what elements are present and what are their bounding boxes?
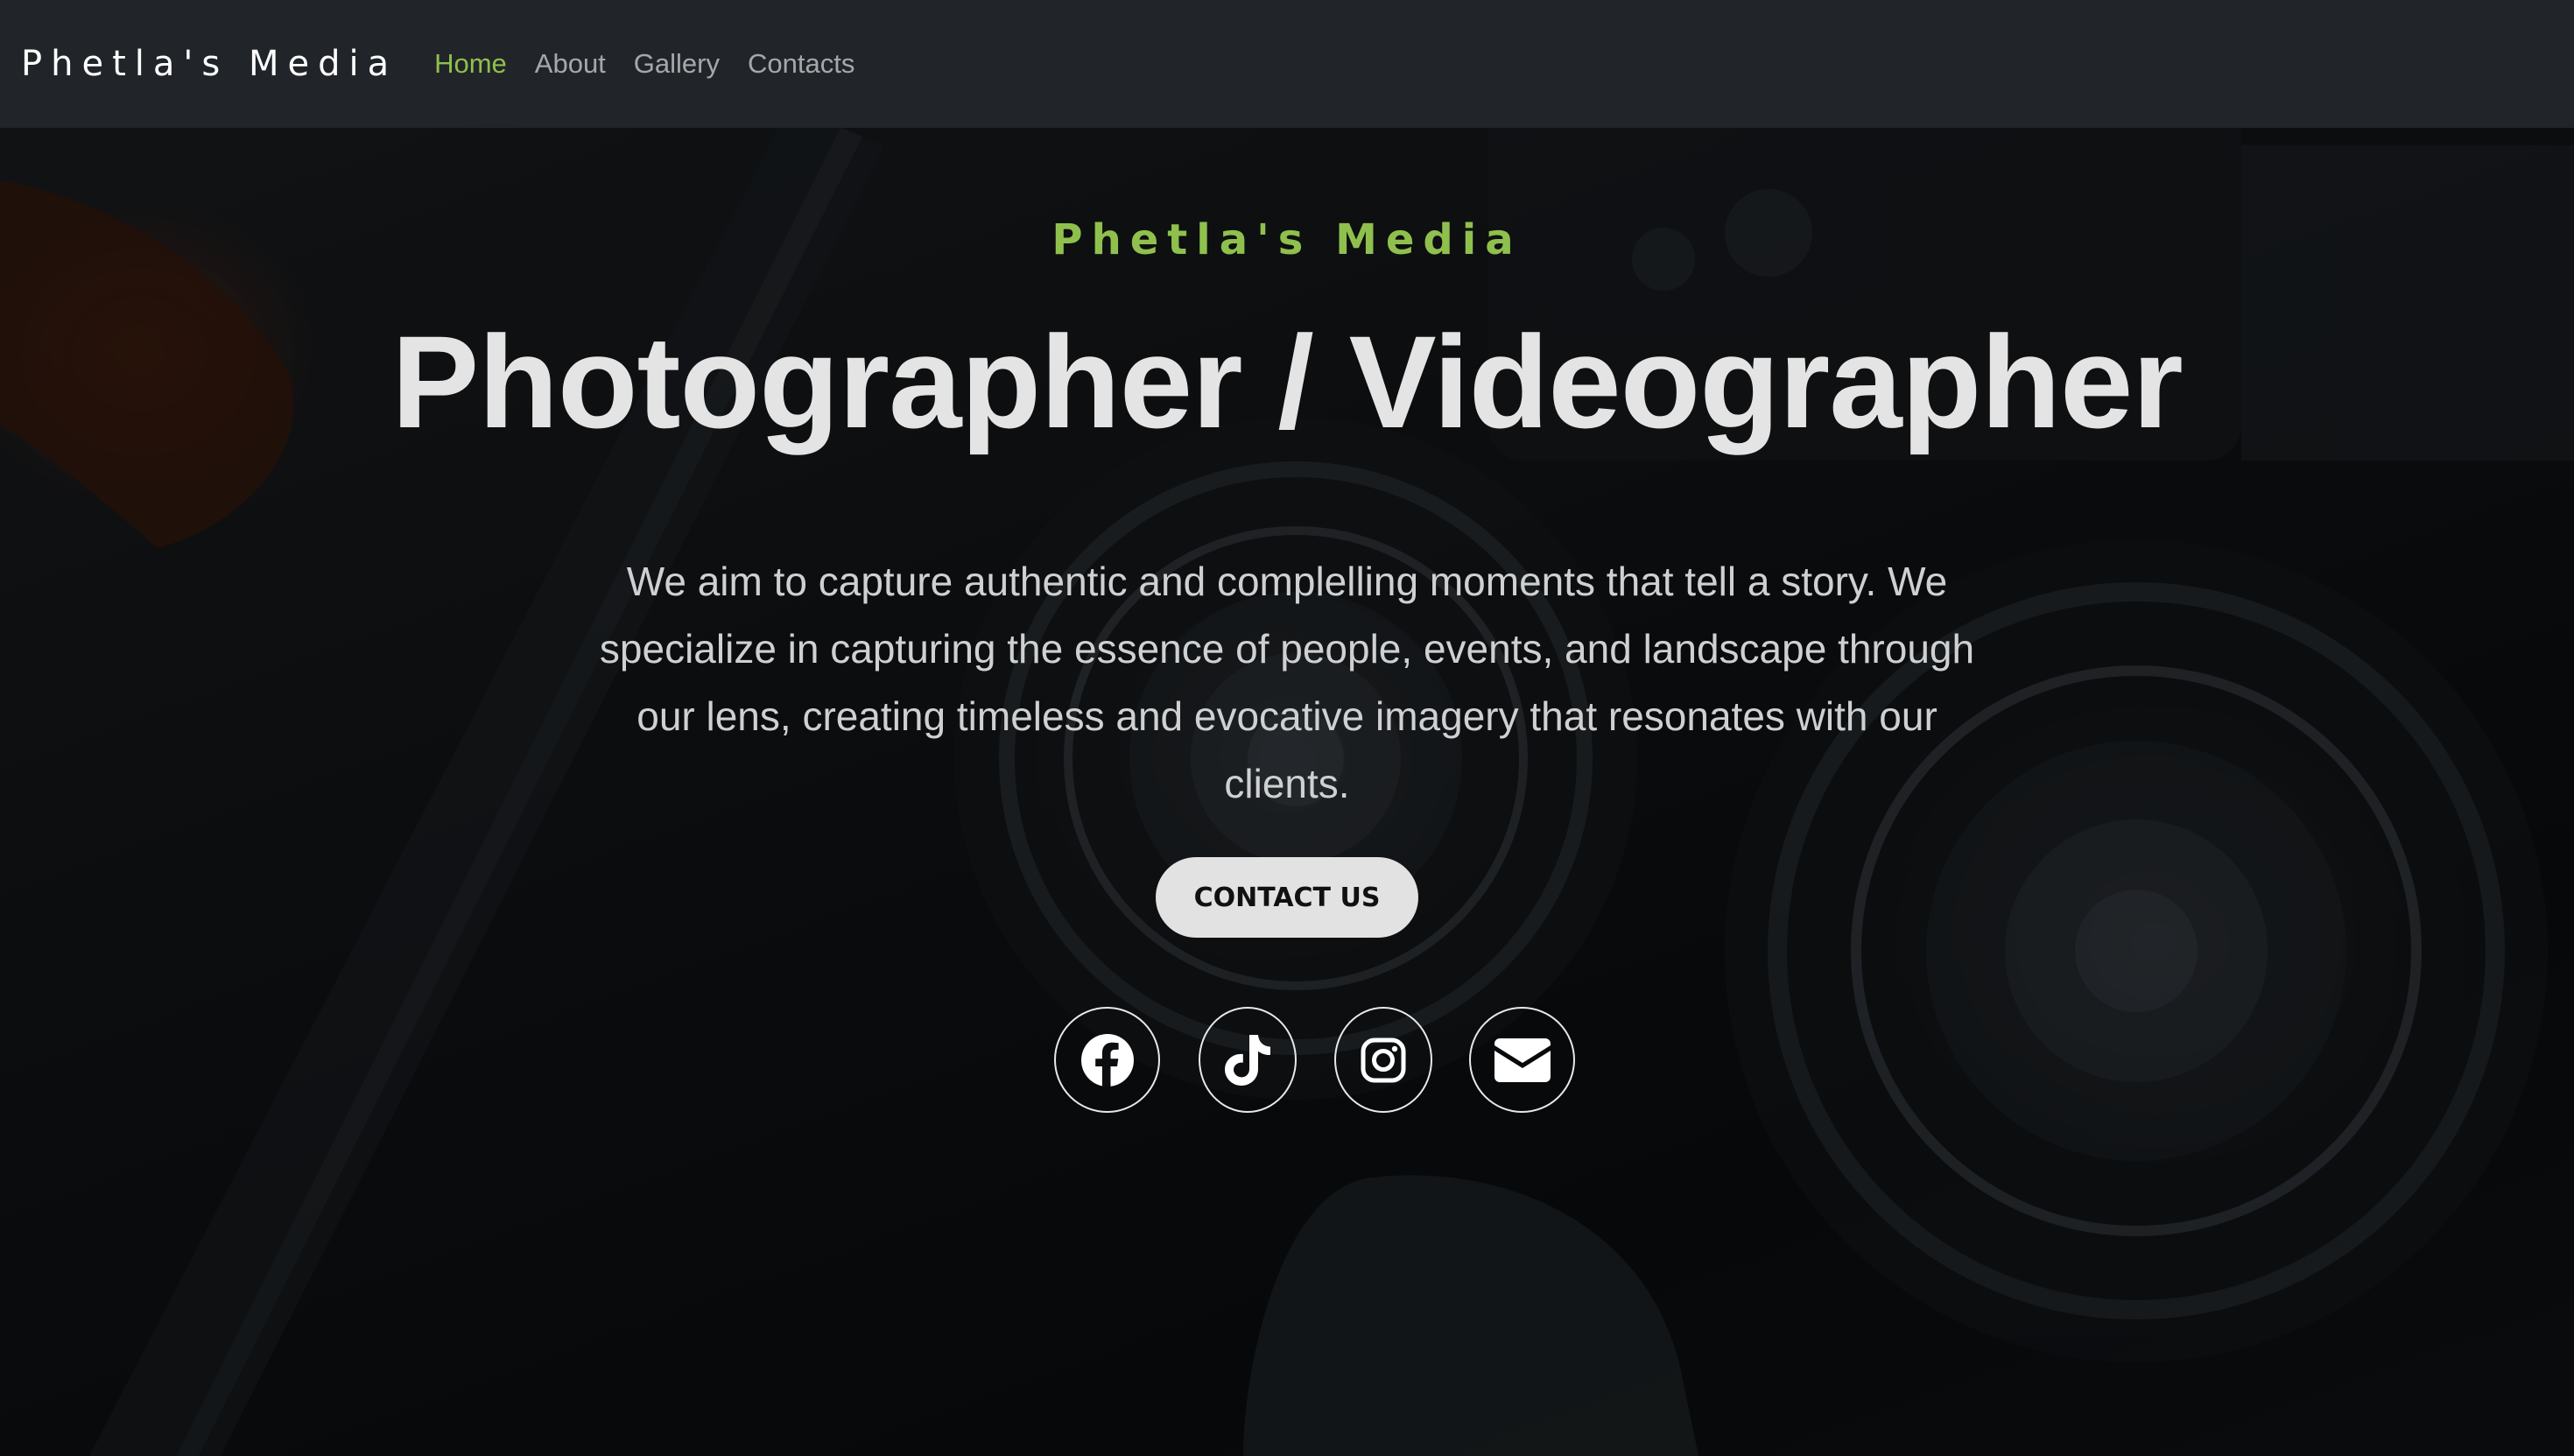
hero-subtitle: Phetla's Media	[1051, 215, 1523, 264]
tiktok-link[interactable]	[1199, 1007, 1297, 1113]
social-links	[0, 1007, 2574, 1115]
hero-title: Photographer / Videographer	[391, 308, 2184, 455]
envelope-icon	[1494, 1037, 1551, 1082]
nav-links: Home About Gallery Contacts	[434, 48, 883, 80]
nav-link-gallery[interactable]: Gallery	[634, 48, 720, 80]
nav-link-about[interactable]: About	[535, 48, 606, 80]
tiktok-icon	[1225, 1034, 1270, 1086]
hero-section: Phetla's Media Photographer / Videograph…	[0, 128, 2574, 1456]
facebook-icon	[1080, 1033, 1134, 1087]
email-link[interactable]	[1469, 1007, 1575, 1113]
contact-us-button[interactable]: CONTACT US	[1156, 857, 1418, 938]
instagram-link[interactable]	[1334, 1007, 1432, 1113]
instagram-icon	[1361, 1037, 1406, 1082]
facebook-link[interactable]	[1054, 1007, 1160, 1113]
navbar: Phetla's Media Home About Gallery Contac…	[0, 0, 2574, 128]
brand-logo[interactable]: Phetla's Media	[21, 44, 397, 84]
nav-link-contacts[interactable]: Contacts	[748, 48, 854, 80]
hero-description: We aim to capture authentic and complell…	[599, 559, 1975, 806]
nav-link-home[interactable]: Home	[434, 48, 507, 80]
